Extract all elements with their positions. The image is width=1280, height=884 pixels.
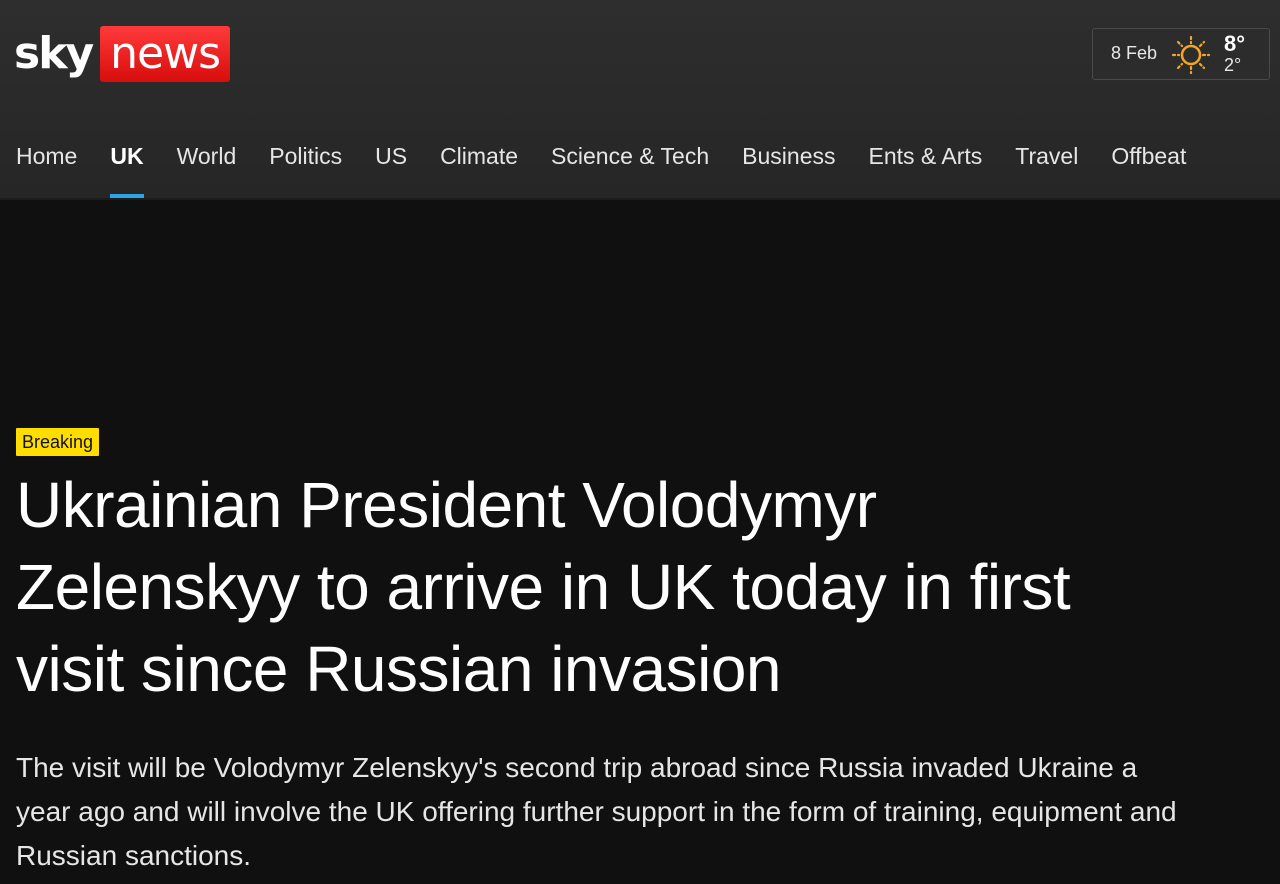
nav-item-business[interactable]: Business	[742, 140, 835, 198]
nav-item-us[interactable]: US	[375, 140, 407, 198]
main-nav: Home UK World Politics US Climate Scienc…	[16, 140, 1219, 200]
article-standfirst: The visit will be Volodymyr Zelenskyy's …	[16, 752, 1177, 871]
logo-sky-text: sky	[14, 28, 94, 79]
article-main: Breaking Ukrainian President Volodymyr Z…	[16, 428, 1216, 878]
nav-item-world[interactable]: World	[177, 140, 237, 198]
nav-item-politics[interactable]: Politics	[269, 140, 342, 198]
nav-item-ents-arts[interactable]: Ents & Arts	[868, 140, 982, 198]
article-headline: Ukrainian President Volodymyr Zelenskyy …	[16, 469, 1071, 705]
nav-item-uk[interactable]: UK	[110, 140, 144, 198]
breaking-badge: Breaking	[16, 428, 100, 456]
logo-news-text: news	[100, 26, 231, 82]
weather-widget[interactable]: 8 Feb 8° 2°	[1092, 28, 1270, 80]
weather-date: 8 Feb	[1111, 43, 1158, 63]
nav-item-science-tech[interactable]: Science & Tech	[551, 140, 709, 198]
site-header: sky news 8 Feb 8° 2° Home UK World Polit…	[0, 0, 1280, 200]
sun-icon	[1171, 35, 1211, 75]
nav-item-climate[interactable]: Climate	[440, 140, 518, 198]
weather-high-temp: 8°	[1224, 31, 1246, 56]
nav-item-offbeat[interactable]: Offbeat	[1111, 140, 1186, 198]
nav-item-travel[interactable]: Travel	[1015, 140, 1078, 198]
sky-news-logo[interactable]: sky news	[14, 24, 231, 84]
weather-low-temp: 2°	[1224, 55, 1242, 75]
nav-item-home[interactable]: Home	[16, 140, 77, 198]
